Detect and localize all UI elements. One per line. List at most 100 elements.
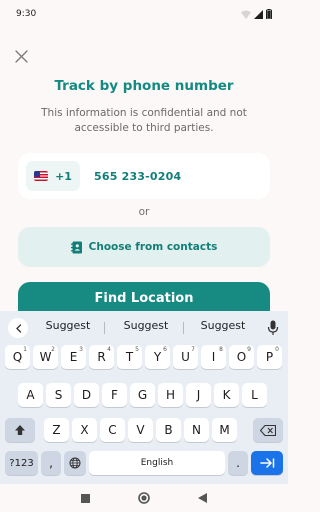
key-label: A <box>26 388 35 402</box>
key-label: Z <box>52 423 61 437</box>
country-code: +1 <box>55 169 72 183</box>
key-e[interactable]: E3 <box>61 345 86 369</box>
or-divider: or <box>138 206 150 218</box>
shift-key[interactable] <box>5 418 35 442</box>
microphone-icon[interactable] <box>266 320 280 336</box>
key-s[interactable]: S <box>46 383 71 407</box>
key-label: C <box>108 423 117 437</box>
enter-key[interactable] <box>251 451 283 475</box>
key-p[interactable]: P0 <box>257 345 282 369</box>
key-label: R <box>97 350 106 364</box>
key-u[interactable]: U7 <box>173 345 198 369</box>
system-nav-bar <box>0 484 288 512</box>
page-title: Track by phone number <box>54 78 234 94</box>
key-label: O <box>236 350 247 364</box>
key-label: N <box>192 423 201 437</box>
key-label: . <box>236 456 240 470</box>
key-number-hint: 6 <box>163 346 167 353</box>
suggestion-divider <box>183 322 184 334</box>
shift-arrow-icon <box>15 425 25 435</box>
home-circle-icon[interactable] <box>137 492 150 504</box>
key-label: J <box>196 388 201 402</box>
key-label: I <box>211 350 216 364</box>
key-number-hint: 5 <box>135 346 139 353</box>
space-bar[interactable]: English <box>89 451 225 475</box>
key-i[interactable]: I8 <box>201 345 226 369</box>
key-label: G <box>137 388 148 402</box>
key-q[interactable]: Q1 <box>5 345 30 369</box>
phone-number-input[interactable]: 565 233-0204 <box>94 170 181 183</box>
key-label: T <box>125 350 134 364</box>
key-j[interactable]: J <box>186 383 211 407</box>
key-label: X <box>80 423 89 437</box>
close-button[interactable] <box>11 46 31 66</box>
key-label: H <box>165 388 176 402</box>
phone-input-card: +1 565 233-0204 <box>18 153 270 199</box>
key-label: D <box>81 388 92 402</box>
key-label: English <box>140 458 174 468</box>
backspace-icon <box>260 424 276 436</box>
key-number-hint: 8 <box>219 346 223 353</box>
key-label: K <box>222 388 231 402</box>
choose-contacts-button[interactable]: Choose from contacts <box>18 227 270 267</box>
backspace-key[interactable] <box>253 418 283 442</box>
close-icon <box>14 49 28 63</box>
key-x[interactable]: X <box>72 418 97 442</box>
key-k[interactable]: K <box>214 383 239 407</box>
key-v[interactable]: V <box>128 418 153 442</box>
key-m[interactable]: M <box>212 418 237 442</box>
suggestion-bar: Suggest Suggest Suggest <box>0 315 288 339</box>
wifi-icon <box>241 10 251 19</box>
key-g[interactable]: G <box>130 383 155 407</box>
suggestion-3[interactable]: Suggest <box>191 319 255 332</box>
key-f[interactable]: F <box>102 383 127 407</box>
symbols-key[interactable]: ?123 <box>5 451 38 475</box>
soft-keyboard: Suggest Suggest Suggest Q1W2E3R4T5Y6U7I8… <box>0 311 288 484</box>
key-o[interactable]: O9 <box>229 345 254 369</box>
key-label: F <box>111 388 118 402</box>
key-a[interactable]: A <box>18 383 43 407</box>
choose-contacts-label: Choose from contacts <box>88 241 218 253</box>
key-number-hint: 1 <box>23 346 27 353</box>
key-d[interactable]: D <box>74 383 99 407</box>
chevron-left-icon <box>15 323 21 333</box>
key-number-hint: 4 <box>107 346 111 353</box>
key-c[interactable]: C <box>100 418 125 442</box>
contacts-book-icon <box>70 241 82 253</box>
suggestion-1[interactable]: Suggest <box>36 319 100 332</box>
key-y[interactable]: Y6 <box>145 345 170 369</box>
suggestion-2[interactable]: Suggest <box>114 319 178 332</box>
key-h[interactable]: H <box>158 383 183 407</box>
key-label: , <box>49 456 53 470</box>
key-r[interactable]: R4 <box>89 345 114 369</box>
next-arrow-icon <box>259 458 274 468</box>
key-n[interactable]: N <box>184 418 209 442</box>
language-key[interactable] <box>64 451 86 475</box>
status-icons <box>241 9 272 19</box>
key-z[interactable]: Z <box>44 418 69 442</box>
key-label: B <box>164 423 173 437</box>
key-number-hint: 7 <box>191 346 195 353</box>
key-label: S <box>54 388 63 402</box>
suggestion-divider <box>104 322 105 334</box>
back-triangle-icon[interactable] <box>197 493 208 503</box>
suggestion-back-button[interactable] <box>8 318 28 338</box>
key-number-hint: 3 <box>79 346 83 353</box>
country-code-selector[interactable]: +1 <box>26 161 80 191</box>
key-l[interactable]: L <box>242 383 267 407</box>
key-label: U <box>181 350 190 364</box>
key-label: E <box>69 350 78 364</box>
key-t[interactable]: T5 <box>117 345 142 369</box>
key-label: P <box>265 350 274 364</box>
comma-key[interactable]: , <box>41 451 61 475</box>
recents-square-icon[interactable] <box>80 493 90 503</box>
battery-icon <box>266 9 272 19</box>
key-number-hint: 9 <box>247 346 251 353</box>
key-b[interactable]: B <box>156 418 181 442</box>
period-key[interactable]: . <box>228 451 248 475</box>
signal-icon <box>254 9 263 19</box>
key-number-hint: 2 <box>51 346 55 353</box>
key-label: M <box>219 423 230 437</box>
key-label: V <box>136 423 145 437</box>
key-w[interactable]: W2 <box>33 345 58 369</box>
